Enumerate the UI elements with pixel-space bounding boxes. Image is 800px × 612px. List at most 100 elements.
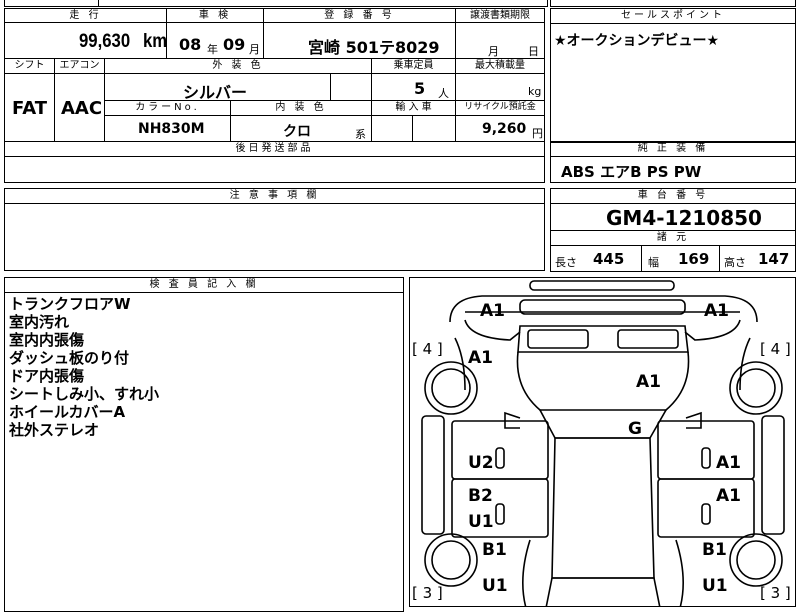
ac-value: AAC [61, 98, 103, 119]
remark-item: 社外ステレオ [9, 421, 100, 439]
notes-body [4, 203, 545, 271]
chassis-number: GM4-1210850 [606, 206, 762, 230]
shift-header: シフト [4, 58, 55, 74]
dim-width-label: 幅 [648, 256, 659, 269]
shift-value: FAT [12, 98, 48, 119]
chassis-body: GM4-1210850 [550, 203, 796, 231]
color-no-cell: NH830M [104, 115, 231, 142]
equipment-body: ABS エアB PS PW [550, 156, 796, 183]
registration-header: 登 録 番 号 [263, 8, 456, 23]
mileage-unit: km [143, 31, 167, 52]
interior-cell: クロ 系 [230, 115, 372, 142]
remark-item: シートしみ小、すれ小 [9, 385, 160, 403]
equipment-header: 純 正 装 備 [550, 141, 796, 157]
month-unit: 月 [249, 43, 260, 56]
dimensions-header: 諸 元 [550, 230, 796, 246]
color-no-value: NH830M [138, 121, 205, 137]
dim-height-cell: 高さ 147 [719, 245, 796, 272]
mark-rear-right: U1 [702, 576, 728, 596]
selling-points-header: セールスポイント [550, 8, 796, 24]
ac-cell: AAC [54, 73, 105, 142]
capacity-unit: 人 [438, 87, 449, 100]
ac-header: エアコン [54, 58, 105, 74]
dim-height-value: 147 [758, 250, 790, 268]
mark-front-right: A1 [704, 301, 729, 321]
equipment-text: ABS エアB PS PW [561, 163, 702, 181]
inspection-month: 09 [223, 35, 246, 54]
notes-header: 注 意 事 項 欄 [4, 188, 545, 204]
recycle-value: 9,260 [482, 121, 527, 137]
year-unit: 年 [207, 43, 218, 56]
mark-door-rear-left-b: B2 [468, 486, 493, 506]
capacity-value: 5 [414, 79, 426, 98]
chassis-header: 車 台 番 号 [550, 188, 796, 204]
dim-height-label: 高さ [724, 256, 746, 269]
registration-value: 宮崎 501テ8029 [308, 38, 440, 57]
dim-length-value: 445 [593, 250, 625, 268]
recycle-header: リサイクル預託金 [455, 100, 545, 116]
top-strip-right [550, 0, 796, 7]
remark-item: トランクフロアW [9, 295, 131, 313]
interior-value: クロ [283, 124, 311, 140]
transfer-day: 日 [528, 45, 539, 58]
mileage-header: 走 行 [4, 8, 167, 23]
load-cell: kg [455, 73, 545, 101]
dim-width-value: 169 [678, 250, 710, 268]
mark-rear-left: U1 [482, 576, 508, 596]
registration-cell: 宮崎 501テ8029 [263, 22, 456, 59]
tire-left-rear: [ 3 ] [412, 584, 443, 602]
inspection-header: 車 検 [166, 8, 264, 23]
mark-door-rear-left-u: U1 [468, 512, 494, 532]
shipping-cell [4, 156, 545, 183]
mark-rear-fender-left: B1 [482, 540, 507, 560]
mark-door-rear-right: A1 [716, 486, 741, 506]
mark-hood: A1 [636, 372, 661, 392]
mark-door-front-left: U2 [468, 453, 494, 473]
dim-width-cell: 幅 169 [641, 245, 720, 272]
tire-left-front: [ 4 ] [412, 340, 443, 358]
shipping-header: 後日発送部品 [4, 141, 545, 157]
remark-item: 室内内張傷 [9, 331, 85, 349]
inspector-header: 検 査 員 記 入 欄 [4, 277, 404, 293]
interior-unit: 系 [355, 128, 366, 141]
remark-item: ドア内張傷 [9, 367, 85, 385]
color-no-header: カラーNo. [104, 100, 231, 116]
import-cell-a [371, 115, 413, 142]
car-diagram: A1 A1 A1 A1 G U2 A1 B2 A1 U1 B1 B1 U1 U1… [409, 277, 796, 607]
top-strip-left [4, 0, 99, 7]
load-header: 最大積載量 [455, 58, 545, 74]
recycle-unit: 円 [532, 127, 543, 140]
inspector-body: トランクフロアW 室内汚れ 室内内張傷 ダッシュ板のり付 ドア内張傷 シートしみ… [4, 292, 404, 612]
mark-rear-fender-right: B1 [702, 540, 727, 560]
exterior-header: 外 装 色 [104, 58, 372, 74]
mileage-value: 99,630 [79, 31, 131, 52]
load-unit: kg [528, 85, 542, 98]
remark-item: 室内汚れ [9, 313, 70, 331]
transfer-cell: 月 日 [455, 22, 545, 59]
remark-item: ダッシュ板のり付 [9, 349, 130, 367]
top-strip-mid [98, 0, 548, 7]
inspection-year: 08 [179, 35, 202, 54]
mileage-cell: 99,630 km [4, 22, 167, 59]
inspection-cell: 08 年 09 月 [166, 22, 264, 59]
selling-points-text: ★オークションデビュー★ [554, 33, 720, 49]
mark-fender-left: A1 [468, 348, 493, 368]
tire-right-rear: [ 3 ] [760, 584, 791, 602]
interior-header: 内 装 色 [230, 100, 372, 116]
exterior-extra [330, 73, 372, 101]
transfer-header: 譲渡書類期限 [455, 8, 545, 23]
import-header: 輸 入 車 [371, 100, 456, 116]
remark-item: ホイールカバーA [9, 403, 126, 421]
recycle-cell: 9,260 円 [455, 115, 545, 142]
mark-door-front-right: A1 [716, 453, 741, 473]
exterior-value: シルバー [183, 83, 248, 101]
import-cell-b [412, 115, 456, 142]
shift-cell: FAT [4, 73, 55, 142]
mark-front-left: A1 [480, 301, 505, 321]
transfer-month: 月 [488, 45, 499, 58]
exterior-cell: シルバー [104, 73, 331, 101]
selling-points-body: ★オークションデビュー★ [550, 23, 796, 143]
tire-right-front: [ 4 ] [760, 340, 791, 358]
dim-length-label: 長さ [555, 256, 577, 269]
capacity-cell: 5 人 [371, 73, 456, 101]
